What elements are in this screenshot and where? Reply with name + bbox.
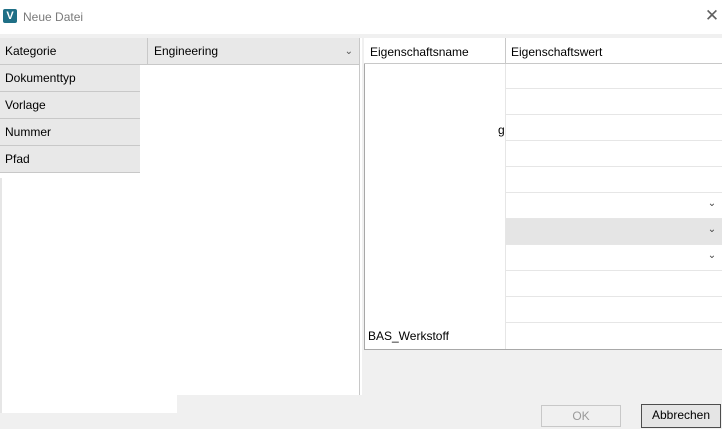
chevron-down-icon[interactable]: ⌄ — [706, 224, 718, 235]
grid-line — [506, 88, 722, 89]
clipped-text: g — [498, 123, 505, 137]
category-label: Kategorie — [0, 38, 148, 65]
property-name-werkstoff: BAS_Werkstoff — [368, 329, 449, 343]
left-panel-bottom — [0, 395, 177, 413]
grid-line — [506, 166, 722, 167]
window-title: Neue Datei — [23, 10, 84, 24]
chevron-down-icon[interactable]: ⌄ — [706, 198, 718, 209]
grid-line — [506, 244, 722, 245]
close-icon[interactable]: ✕ — [703, 7, 721, 25]
chevron-down-icon: ⌄ — [344, 46, 353, 57]
property-grid — [364, 38, 722, 350]
title-bar — [0, 0, 722, 34]
grid-line — [506, 322, 722, 323]
header-property-value[interactable]: Eigenschaftswert — [511, 45, 602, 59]
grid-line — [506, 192, 722, 193]
column-separator — [505, 64, 506, 349]
row-vorlage[interactable]: Vorlage — [0, 92, 140, 119]
category-dropdown[interactable]: Engineering ⌄ — [148, 38, 359, 65]
grid-line — [506, 114, 722, 115]
grid-line — [506, 270, 722, 271]
category-value: Engineering — [154, 44, 219, 58]
header-property-name[interactable]: Eigenschaftsname — [370, 45, 469, 59]
header-separator[interactable] — [505, 38, 506, 64]
left-panel-divider — [359, 38, 360, 395]
cancel-button[interactable]: Abbrechen — [641, 404, 721, 428]
grid-line — [506, 140, 722, 141]
row-dokumenttyp[interactable]: Dokumenttyp — [0, 65, 140, 92]
selected-value-cell[interactable] — [506, 219, 722, 244]
row-pfad[interactable]: Pfad — [0, 146, 140, 173]
grid-line — [506, 296, 722, 297]
left-panel-edge — [0, 178, 2, 413]
chevron-down-icon[interactable]: ⌄ — [706, 250, 718, 261]
app-logo-icon: V — [3, 9, 17, 23]
row-nummer[interactable]: Nummer — [0, 119, 140, 146]
ok-button[interactable]: OK — [541, 405, 621, 427]
